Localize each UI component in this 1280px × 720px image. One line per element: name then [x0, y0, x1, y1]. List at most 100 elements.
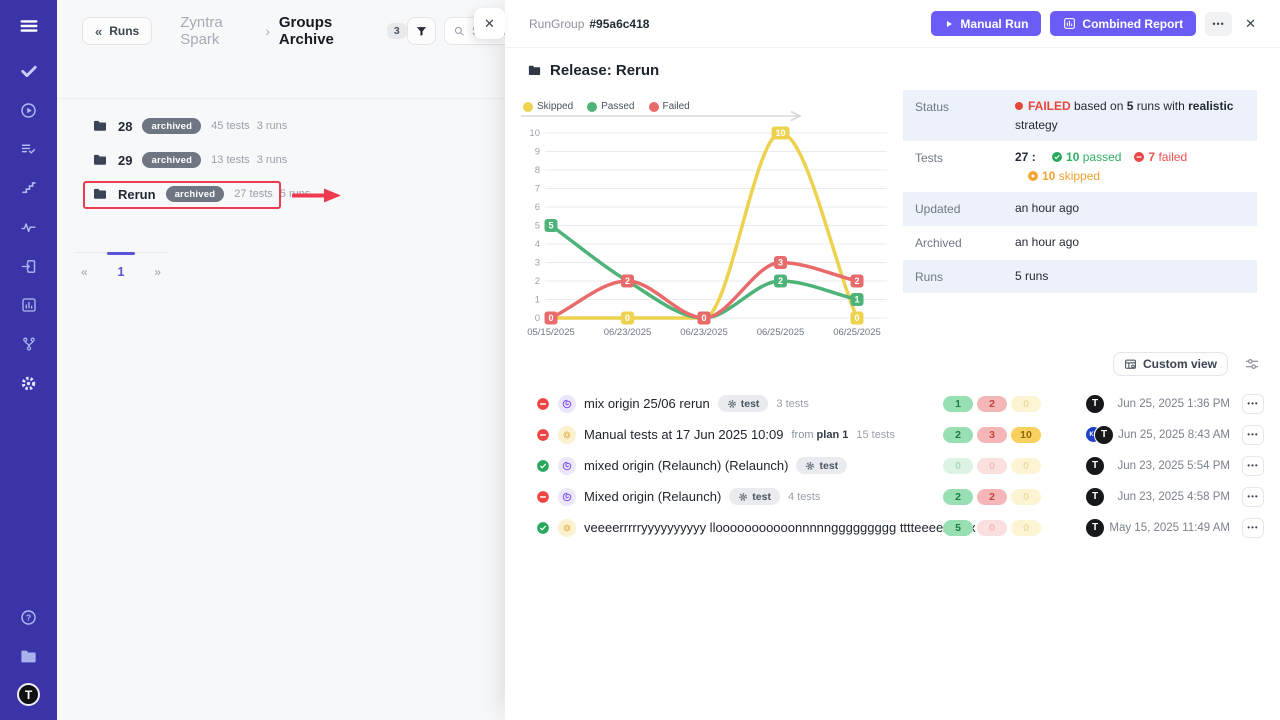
sidebar-item-help[interactable]: ?: [17, 605, 41, 629]
run-row[interactable]: mixed origin (Relaunch) (Relaunch) test …: [529, 450, 1264, 481]
svg-text:06/25/2025: 06/25/2025: [757, 327, 805, 338]
svg-text:3: 3: [778, 258, 783, 268]
sidebar-item-tests[interactable]: [17, 59, 41, 83]
legend-dot-passed: [587, 102, 597, 112]
sidebar-item-import[interactable]: [17, 254, 41, 278]
pagination-page-1[interactable]: 1: [118, 265, 125, 279]
run-more-button[interactable]: •••: [1242, 425, 1264, 445]
svg-text:06/23/2025: 06/23/2025: [604, 327, 652, 338]
run-timestamp: Jun 25, 2025 1:36 PM: [1117, 398, 1230, 410]
sidebar-item-suites[interactable]: [17, 137, 41, 161]
summary-row-updated: Updated an hour ago: [903, 192, 1257, 226]
svg-text:0: 0: [548, 313, 553, 323]
run-title: veeeerrrrryyyyyyyyyy llooooooooooonnnnng…: [584, 520, 976, 535]
manual-origin-icon: [558, 426, 576, 444]
view-settings-button[interactable]: [1244, 356, 1260, 372]
run-more-button[interactable]: •••: [1242, 456, 1264, 476]
svg-text:7: 7: [535, 184, 540, 195]
group-tests-count: 27 tests: [234, 188, 273, 200]
sidebar-item-runs[interactable]: [17, 98, 41, 122]
run-more-button[interactable]: •••: [1242, 518, 1264, 538]
run-timestamp: Jun 23, 2025 4:58 PM: [1117, 491, 1230, 503]
panel-close-tab-button[interactable]: ✕: [474, 8, 505, 39]
sidebar-item-branches[interactable]: [17, 332, 41, 356]
sidebar-item-steps[interactable]: [17, 176, 41, 200]
sidebar-item-projects[interactable]: [17, 644, 41, 668]
summary-row-status: Status FAILED based on 5 runs with reali…: [903, 90, 1257, 141]
sidebar-bottom-group: ? T: [17, 605, 41, 720]
archived-badge: archived: [166, 186, 225, 202]
check-circle-icon: [1051, 151, 1063, 163]
skipped-pill: 0: [1011, 396, 1041, 412]
pagination: « 1 »: [75, 252, 167, 279]
run-tests-count: 15 tests: [856, 429, 895, 441]
filter-button[interactable]: [407, 17, 436, 45]
run-more-button[interactable]: •••: [1242, 487, 1264, 507]
folder-icon: [92, 152, 108, 168]
svg-text:8: 8: [535, 165, 540, 176]
avatar-group: KET: [1085, 425, 1114, 445]
pagination-next-button[interactable]: »: [154, 265, 161, 279]
run-row[interactable]: Manual tests at 17 Jun 2025 10:09 from p…: [529, 419, 1264, 450]
detail-actions: Manual Run Combined Report ••• ✕: [931, 11, 1256, 36]
combined-report-button[interactable]: Combined Report: [1050, 11, 1196, 36]
search-icon: [453, 25, 466, 38]
run-tests-count: 3 tests: [776, 398, 808, 410]
hamburger-menu-button[interactable]: [18, 15, 40, 37]
list-check-icon: [20, 141, 37, 158]
passed-pill: 5: [943, 520, 973, 536]
manual-run-button[interactable]: Manual Run: [931, 11, 1041, 36]
result-pills: 2 2 0: [943, 489, 1041, 505]
tests-value: 27 : 10 passed7 failed10 skipped: [1015, 148, 1245, 185]
svg-text:4: 4: [535, 239, 540, 250]
breadcrumb-project[interactable]: Zyntra Spark: [180, 14, 256, 48]
back-to-runs-button[interactable]: « Runs: [82, 17, 152, 45]
legend-item-failed[interactable]: Failed: [649, 101, 690, 112]
detail-close-button[interactable]: ✕: [1245, 16, 1256, 32]
legend-item-passed[interactable]: Passed: [587, 101, 634, 112]
pagination-prev-button[interactable]: «: [81, 265, 88, 279]
sidebar-item-settings[interactable]: [17, 371, 41, 395]
groups-panel-header: « Runs Zyntra Spark › Groups Archive 3: [57, 0, 537, 99]
svg-text:0: 0: [701, 313, 706, 323]
run-title: mixed origin (Relaunch) (Relaunch): [584, 458, 788, 473]
svg-text:06/25/2025: 06/25/2025: [833, 327, 881, 338]
summary-table: Status FAILED based on 5 runs with reali…: [903, 90, 1257, 293]
user-avatar[interactable]: T: [17, 683, 40, 706]
svg-text:5: 5: [548, 221, 553, 231]
run-tests-count: 4 tests: [788, 491, 820, 503]
test-tag-badge: test: [796, 457, 847, 474]
avatar-group: T: [1085, 394, 1105, 414]
release-title-text: Release: Rerun: [550, 62, 659, 79]
detail-more-button[interactable]: •••: [1205, 12, 1232, 36]
release-title: Release: Rerun: [505, 48, 1280, 79]
bar-chart-box-icon: [21, 297, 37, 313]
trend-chart-svg: 01234567891005/15/202506/23/202506/23/20…: [515, 119, 895, 344]
result-pills: 0 0 0: [943, 458, 1041, 474]
failed-pill: 2: [977, 396, 1007, 412]
legend-item-skipped[interactable]: Skipped: [523, 101, 573, 112]
svg-text:05/15/2025: 05/15/2025: [527, 327, 575, 338]
play-circle-icon: [19, 101, 38, 120]
run-title: Manual tests at 17 Jun 2025 10:09: [584, 427, 783, 442]
run-row[interactable]: veeeerrrrryyyyyyyyyy llooooooooooonnnnng…: [529, 512, 1264, 543]
svg-text:6: 6: [535, 202, 540, 213]
runs-list: mix origin 25/06 rerun test 3 tests 1 2 …: [529, 388, 1264, 543]
sidebar-item-activity[interactable]: [17, 215, 41, 239]
archived-badge: archived: [142, 152, 201, 168]
play-icon: [944, 19, 954, 29]
run-more-button[interactable]: •••: [1242, 394, 1264, 414]
passed-pill: 0: [943, 458, 973, 474]
run-timestamp: Jun 25, 2025 8:43 AM: [1118, 429, 1230, 441]
sidebar-item-analytics[interactable]: [17, 293, 41, 317]
run-row[interactable]: Mixed origin (Relaunch) test 4 tests 2 2…: [529, 481, 1264, 512]
rungroup-detail-panel: RunGroup #95a6c418 Manual Run Combined R…: [505, 0, 1280, 720]
custom-view-button[interactable]: Custom view: [1113, 352, 1228, 376]
groups-count-badge: 3: [387, 23, 407, 39]
group-name: 29: [118, 153, 132, 168]
breadcrumb-separator: ›: [265, 23, 270, 39]
group-tests-count: 45 tests: [211, 120, 250, 132]
skipped-pill: 0: [1011, 520, 1041, 536]
run-row[interactable]: mix origin 25/06 rerun test 3 tests 1 2 …: [529, 388, 1264, 419]
skipped-pill: 10: [1011, 427, 1041, 443]
